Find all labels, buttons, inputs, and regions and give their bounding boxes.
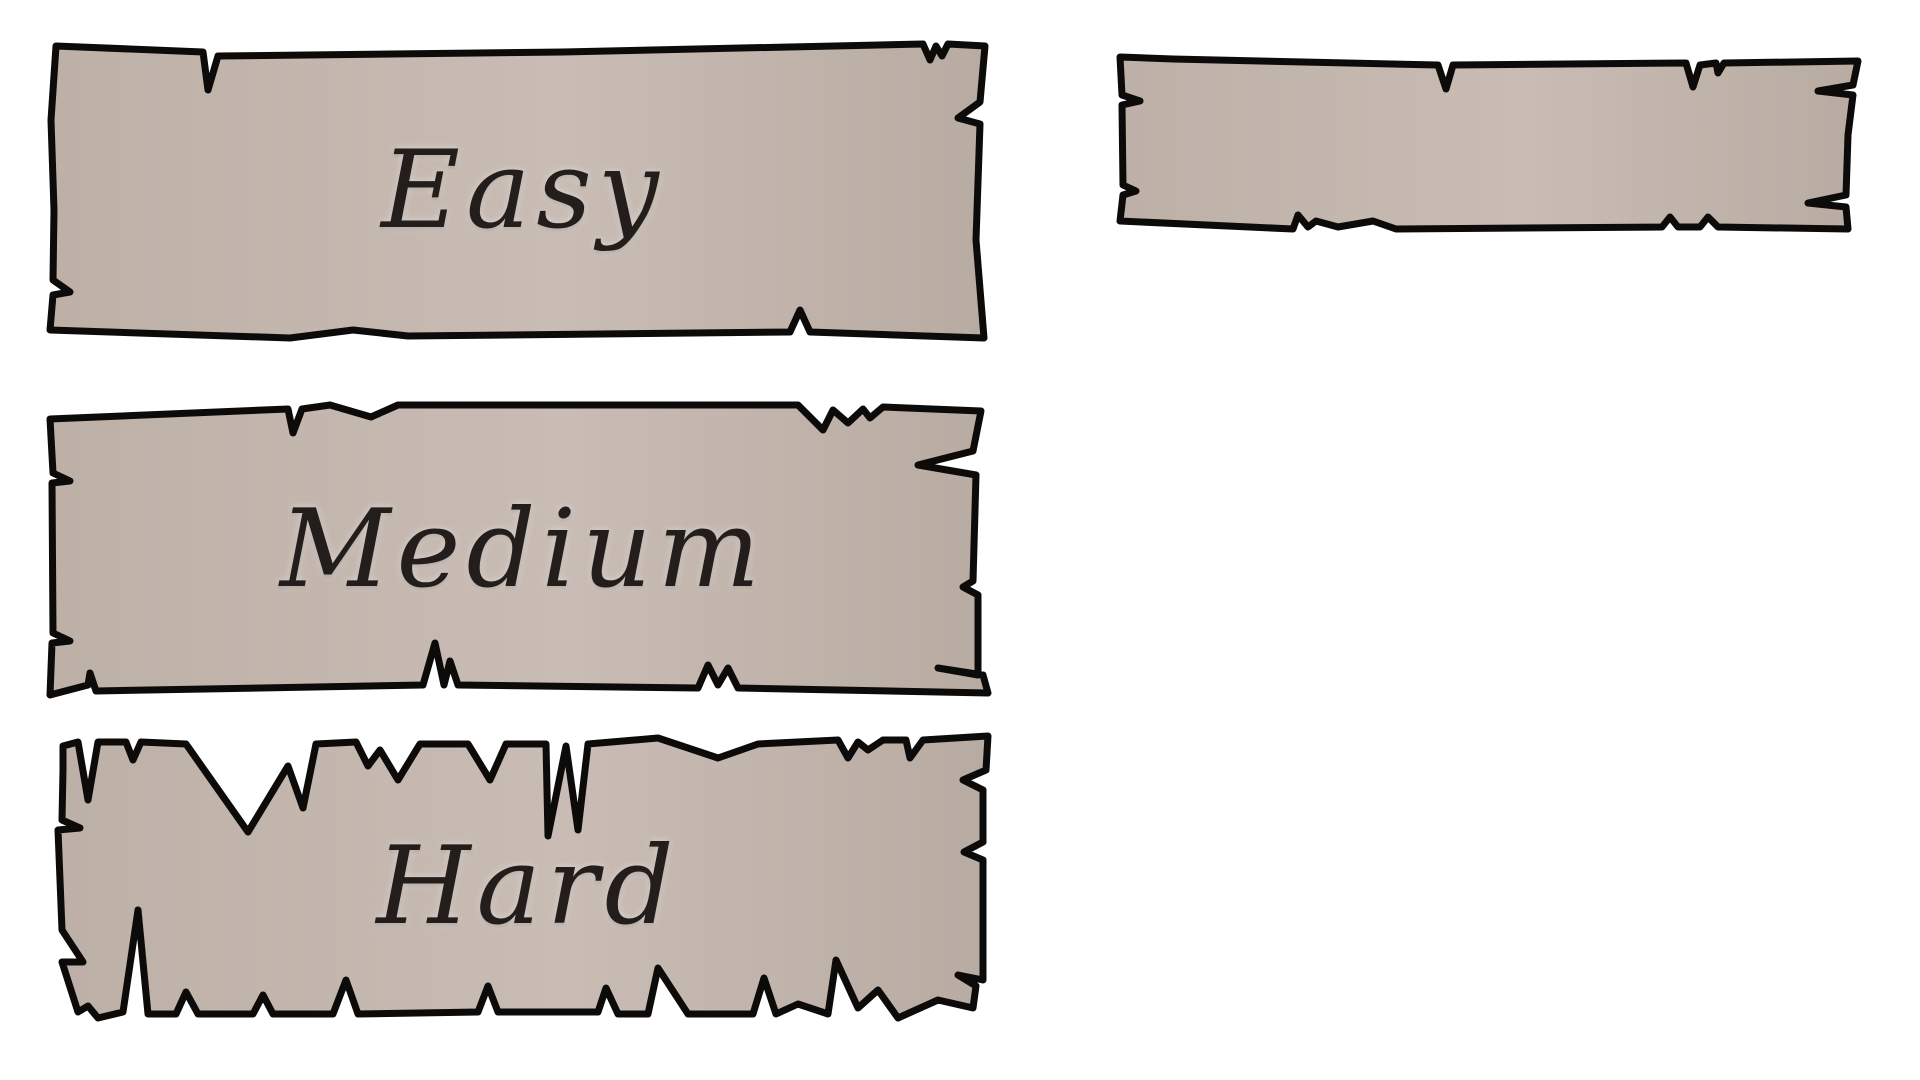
easy-button[interactable]: Easy xyxy=(46,40,998,350)
easy-plank-shape xyxy=(46,40,989,342)
hard-plank-shape xyxy=(54,732,992,1022)
blank-plank xyxy=(1116,53,1862,235)
medium-plank-shape xyxy=(46,401,992,699)
medium-button[interactable]: Medium xyxy=(46,401,998,701)
blank-plank-shape xyxy=(1116,53,1862,233)
hard-button[interactable]: Hard xyxy=(54,730,998,1026)
